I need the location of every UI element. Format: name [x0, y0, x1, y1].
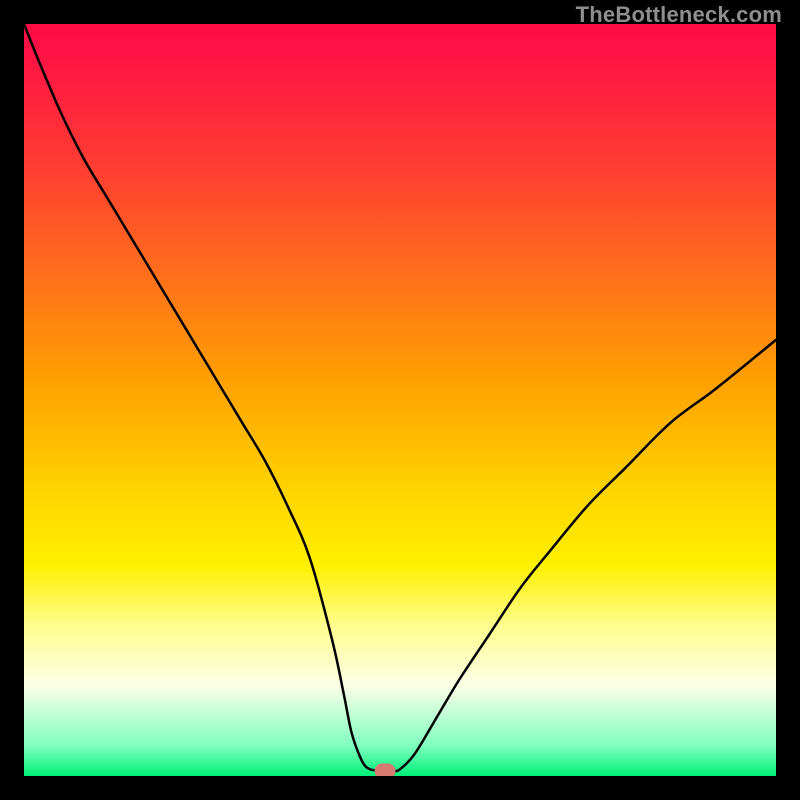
optimal-marker	[374, 764, 395, 776]
plot-area	[24, 24, 776, 776]
chart-frame: TheBottleneck.com	[0, 0, 800, 800]
watermark-text: TheBottleneck.com	[576, 2, 782, 28]
bottleneck-curve	[24, 24, 776, 776]
